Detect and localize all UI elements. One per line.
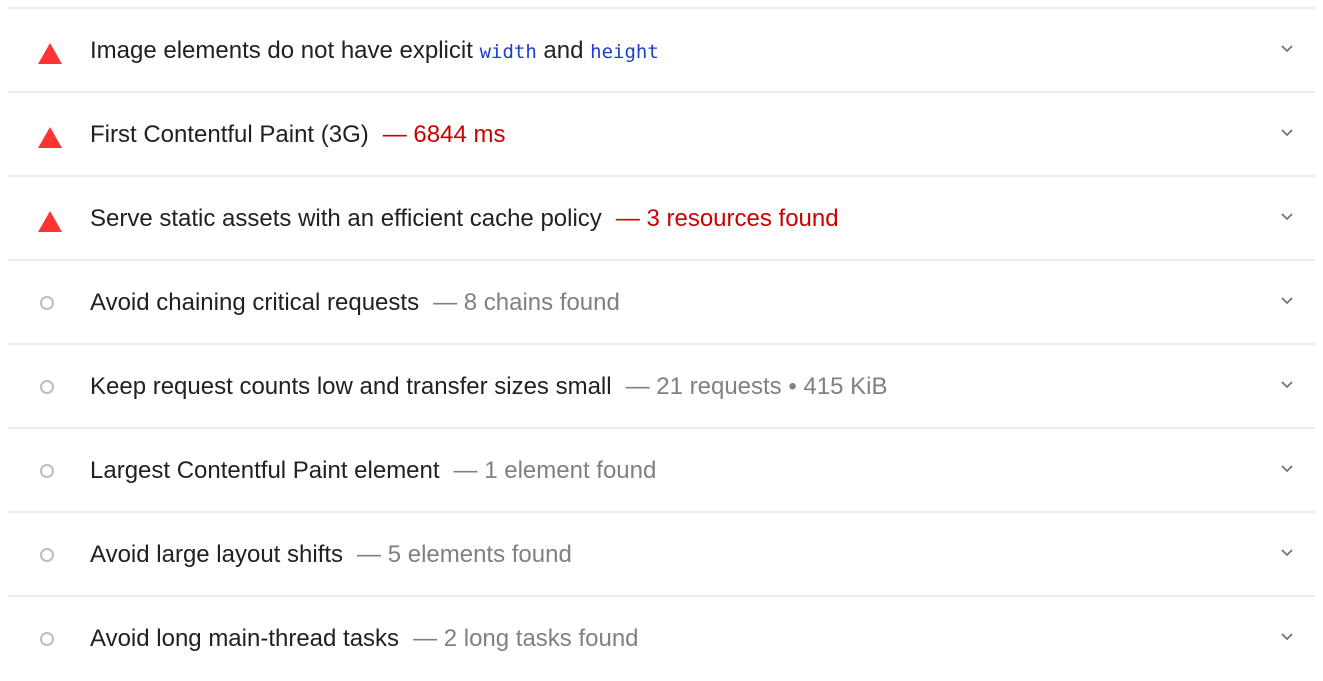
audit-row-long-tasks[interactable]: Avoid long main-thread tasks — 2 long tas… — [8, 597, 1315, 681]
informative-circle-icon — [38, 631, 62, 651]
audit-row-resource-summary[interactable]: Keep request counts low and transfer siz… — [8, 345, 1315, 429]
audit-title-text: Largest Contentful Paint element — [90, 457, 440, 484]
audit-row-largest-contentful-paint-element[interactable]: Largest Contentful Paint element — 1 elem… — [8, 429, 1315, 513]
audit-display-value: — 21 requests • 415 KiB — [625, 373, 888, 400]
informative-circle-icon — [38, 379, 62, 399]
chevron-down-icon[interactable] — [1281, 297, 1293, 307]
audit-row-unsized-images[interactable]: Image elements do not have explicit widt… — [8, 9, 1315, 93]
code-height: height — [590, 41, 659, 63]
audit-title-text: Keep request counts low and transfer siz… — [90, 373, 612, 400]
code-width: width — [479, 41, 537, 63]
audit-display-value: — 2 long tasks found — [413, 625, 639, 652]
audit-title: Serve static assets with an efficient ca… — [90, 204, 839, 234]
chevron-down-icon[interactable] — [1281, 129, 1293, 139]
audit-title: Avoid chaining critical requests — 8 chai… — [90, 288, 620, 318]
audit-display-value: — 8 chains found — [433, 289, 620, 316]
chevron-down-icon[interactable] — [1281, 213, 1293, 223]
chevron-down-icon[interactable] — [1281, 381, 1293, 391]
chevron-down-icon[interactable] — [1281, 633, 1293, 643]
chevron-down-icon[interactable] — [1281, 465, 1293, 475]
warning-triangle-icon — [38, 43, 62, 64]
audit-title: First Contentful Paint (3G) — 6844 ms — [90, 120, 505, 150]
audit-row-layout-shifts[interactable]: Avoid large layout shifts — 5 elements fo… — [8, 513, 1315, 597]
chevron-down-icon[interactable] — [1281, 549, 1293, 559]
audit-title: Keep request counts low and transfer siz… — [90, 372, 887, 402]
audit-title: Image elements do not have explicit widt… — [90, 36, 659, 67]
audit-row-cache-policy[interactable]: Serve static assets with an efficient ca… — [8, 177, 1315, 261]
audit-display-value: — 3 resources found — [615, 205, 839, 232]
informative-circle-icon — [38, 295, 62, 315]
audit-title-text: Avoid chaining critical requests — [90, 289, 420, 316]
audit-display-value: — 1 element found — [453, 457, 657, 484]
audit-title-text: Image elements do not have explicit — [90, 37, 480, 64]
warning-triangle-icon — [38, 211, 62, 232]
audit-row-first-contentful-paint-3g[interactable]: First Contentful Paint (3G) — 6844 ms — [8, 93, 1315, 177]
audit-row-critical-request-chains[interactable]: Avoid chaining critical requests — 8 chai… — [8, 261, 1315, 345]
audit-title: Avoid large layout shifts — 5 elements fo… — [90, 540, 572, 570]
warning-triangle-icon — [38, 127, 62, 148]
audit-title-text: and — [536, 37, 591, 64]
audit-title-text: First Contentful Paint (3G) — [90, 121, 369, 148]
chevron-down-icon[interactable] — [1281, 45, 1293, 55]
audit-title: Avoid long main-thread tasks — 2 long tas… — [90, 624, 639, 654]
audit-title-text: Avoid long main-thread tasks — [90, 625, 400, 652]
audit-title-text: Serve static assets with an efficient ca… — [90, 205, 602, 232]
audit-display-value: — 5 elements found — [357, 541, 572, 568]
informative-circle-icon — [38, 463, 62, 483]
informative-circle-icon — [38, 547, 62, 567]
audit-title: Largest Contentful Paint element — 1 elem… — [90, 456, 656, 486]
audit-list: Image elements do not have explicit widt… — [0, 0, 1323, 674]
audit-title-text: Avoid large layout shifts — [90, 541, 344, 568]
audit-display-value: — 6844 ms — [382, 121, 506, 148]
